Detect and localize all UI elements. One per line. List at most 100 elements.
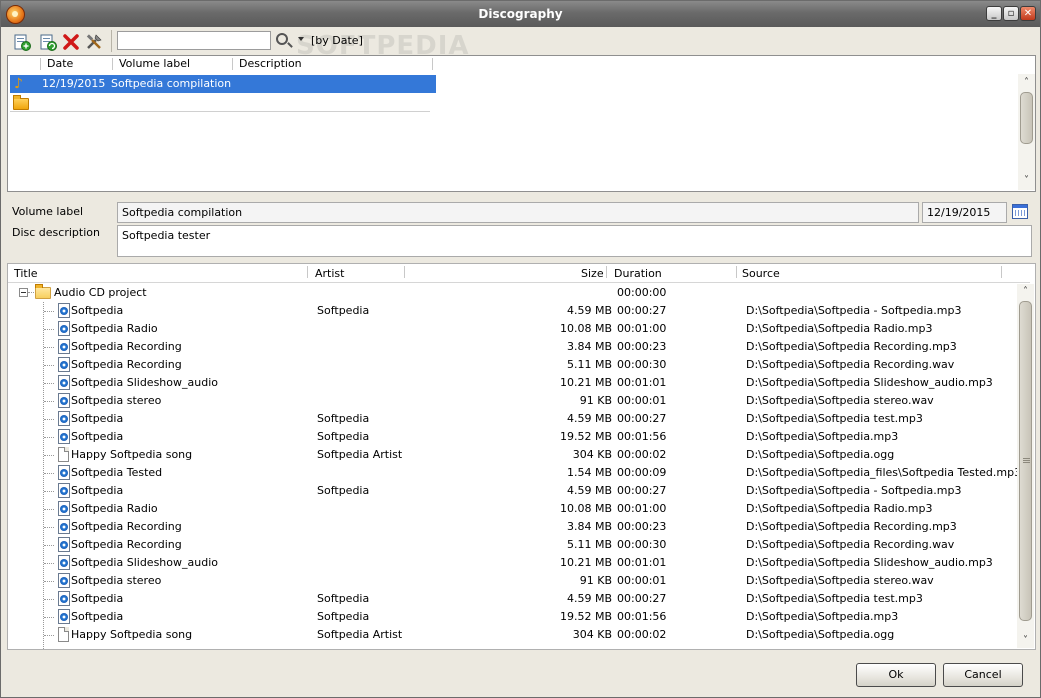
header-separator: [404, 266, 405, 278]
track-duration: 00:01:01: [617, 376, 667, 389]
track-title: Softpedia Recording: [71, 358, 182, 371]
document-icon: [58, 627, 69, 642]
chevron-down-icon[interactable]: [298, 37, 304, 41]
delete-icon[interactable]: [62, 33, 80, 51]
track-size: 19.52 MB: [559, 610, 612, 623]
track-row[interactable]: Softpedia Recording 3.84 MB 00:00:23 D:\Sof…: [8, 518, 1018, 536]
disc-list-scrollbar[interactable]: ˄ ˅: [1018, 74, 1035, 190]
track-row[interactable]: Softpedia Slideshow_audio 10.21 MB 00:01:0…: [8, 554, 1018, 572]
audio-file-icon: [58, 411, 70, 426]
track-duration: 00:00:27: [617, 592, 667, 605]
track-duration: 00:00:30: [617, 538, 667, 551]
track-row[interactable]: Happy Softpedia song Softpedia Artist 304 …: [8, 446, 1018, 464]
col-size[interactable]: Size: [581, 267, 604, 280]
track-title: Softpedia Radio: [71, 502, 158, 515]
track-row[interactable]: Softpedia Softpedia 4.59 MB 00:00:27 D:\Soft…: [8, 302, 1018, 320]
tree-line: [28, 292, 34, 293]
tree-line: [44, 365, 54, 366]
header-separator: [1001, 266, 1002, 278]
track-row[interactable]: Softpedia Softpedia 4.59 MB 00:00:27 D:\Soft…: [8, 410, 1018, 428]
close-button[interactable]: ✕: [1020, 6, 1036, 21]
track-size: 3.84 MB: [566, 340, 612, 353]
cancel-button[interactable]: Cancel: [943, 663, 1023, 687]
ok-button[interactable]: Ok: [856, 663, 936, 687]
tree-line: [44, 635, 54, 636]
track-duration: 00:01:01: [617, 556, 667, 569]
project-duration: 00:00:00: [617, 286, 667, 299]
track-row[interactable]: Softpedia stereo 91 KB 00:00:01 D:\Softpedi…: [8, 392, 1018, 410]
track-source: D:\Softpedia\Softpedia Recording.mp3: [746, 340, 957, 353]
audio-file-icon: [58, 537, 70, 552]
date-field[interactable]: 12/19/2015: [922, 202, 1007, 223]
track-row[interactable]: Softpedia Radio 10.08 MB 00:01:00 D:\Softpe…: [8, 500, 1018, 518]
collapse-icon[interactable]: [19, 288, 28, 297]
scroll-thumb[interactable]: [1020, 92, 1033, 144]
volume-label-field[interactable]: Softpedia compilation: [117, 202, 919, 223]
track-row[interactable]: Softpedia Softpedia 19.52 MB 00:01:56 D:\Sof…: [8, 608, 1018, 626]
track-source: D:\Softpedia\Softpedia Slideshow_audio.m…: [746, 556, 993, 569]
track-source: D:\Softpedia\Softpedia Radio.mp3: [746, 322, 933, 335]
col-source[interactable]: Source: [742, 267, 780, 280]
title-bar[interactable]: Discography _ ▫ ✕: [1, 1, 1040, 27]
tree-line: [44, 329, 54, 330]
track-list-header: Title Artist Size Duration Source: [8, 264, 1030, 283]
track-duration: 00:00:01: [617, 394, 667, 407]
project-row[interactable]: Audio CD project 00:00:00: [8, 284, 1018, 302]
add-disc-icon[interactable]: [13, 33, 31, 51]
disc-row-empty[interactable]: [10, 93, 430, 112]
track-row[interactable]: Softpedia Softpedia 19.52 MB 00:01:56 D:\Sof…: [8, 428, 1018, 446]
track-source: D:\Softpedia\Softpedia test.mp3: [746, 412, 923, 425]
track-row[interactable]: Happy Softpedia song Softpedia Artist 304 …: [8, 626, 1018, 644]
track-artist: Softpedia: [317, 610, 370, 623]
col-description[interactable]: Description: [239, 56, 302, 73]
track-row[interactable]: Softpedia Tested 1.54 MB 00:00:09 D:\Softpe…: [8, 464, 1018, 482]
track-size: 19.52 MB: [559, 430, 612, 443]
track-duration: 00:00:09: [617, 466, 667, 479]
track-source: D:\Softpedia\Softpedia test.mp3: [746, 592, 923, 605]
track-artist: Softpedia Artist: [317, 628, 403, 641]
disc-list[interactable]: Date Volume label Description ♪ 12/19/20…: [7, 55, 1036, 192]
restore-button[interactable]: ▫: [1003, 6, 1019, 21]
track-row[interactable]: Softpedia Radio 10.08 MB 00:01:00 D:\Softpe…: [8, 320, 1018, 338]
track-row[interactable]: Softpedia Slideshow_audio 10.21 MB 00:01:0…: [8, 374, 1018, 392]
track-row[interactable]: Softpedia Softpedia 4.59 MB 00:00:27 D:\Soft…: [8, 590, 1018, 608]
col-date[interactable]: Date: [47, 56, 73, 73]
calendar-icon[interactable]: [1012, 204, 1028, 219]
scroll-down-icon[interactable]: ˅: [1018, 174, 1035, 188]
disc-list-header: Date Volume label Description: [8, 56, 433, 72]
track-duration: 00:00:23: [617, 520, 667, 533]
track-source: D:\Softpedia\Softpedia Recording.wav: [746, 538, 955, 551]
track-row[interactable]: Softpedia Softpedia 4.59 MB 00:00:27 D:\Soft…: [8, 482, 1018, 500]
track-size: 4.59 MB: [566, 592, 612, 605]
scroll-thumb[interactable]: [1019, 301, 1032, 621]
scroll-up-icon[interactable]: ˄: [1018, 76, 1035, 90]
track-row[interactable]: Softpedia Recording 5.11 MB 00:00:30 D:\Sof…: [8, 356, 1018, 374]
tools-icon[interactable]: [85, 33, 103, 51]
col-volume-label[interactable]: Volume label: [119, 56, 190, 73]
track-row[interactable]: Softpedia Recording 5.11 MB 00:00:30 D:\Sof…: [8, 536, 1018, 554]
col-duration[interactable]: Duration: [614, 267, 662, 280]
scroll-down-icon[interactable]: ˅: [1017, 634, 1034, 648]
col-artist[interactable]: Artist: [315, 267, 344, 280]
track-list[interactable]: Title Artist Size Duration Source Audio …: [7, 263, 1036, 650]
track-source: D:\Softpedia\Softpedia.ogg: [746, 628, 895, 641]
refresh-disc-icon[interactable]: [39, 33, 57, 51]
track-title: Softpedia: [71, 592, 124, 605]
scroll-up-icon[interactable]: ˄: [1017, 285, 1034, 299]
track-size: 304 KB: [572, 448, 612, 461]
track-duration: 00:00:27: [617, 412, 667, 425]
minimize-button[interactable]: _: [986, 6, 1002, 21]
track-source: D:\Softpedia\Softpedia Slideshow_audio.m…: [746, 376, 993, 389]
disc-row[interactable]: ♪ 12/19/2015 Softpedia compilation: [10, 75, 436, 93]
track-row[interactable]: Softpedia stereo 91 KB 00:00:01 D:\Softpedi…: [8, 572, 1018, 590]
col-title[interactable]: Title: [14, 267, 38, 280]
disc-description-field[interactable]: Softpedia tester: [117, 225, 1032, 257]
track-row[interactable]: Softpedia Recording 3.84 MB 00:00:23 D:\Sof…: [8, 338, 1018, 356]
track-list-scrollbar[interactable]: ˄ ˅: [1017, 284, 1034, 648]
tree-line: [44, 347, 54, 348]
document-icon: [58, 447, 69, 462]
sort-mode-label[interactable]: [by Date]: [311, 34, 363, 47]
track-source: D:\Softpedia\Softpedia - Softpedia.mp3: [746, 304, 962, 317]
search-icon[interactable]: [276, 33, 288, 45]
search-input[interactable]: [117, 31, 271, 50]
